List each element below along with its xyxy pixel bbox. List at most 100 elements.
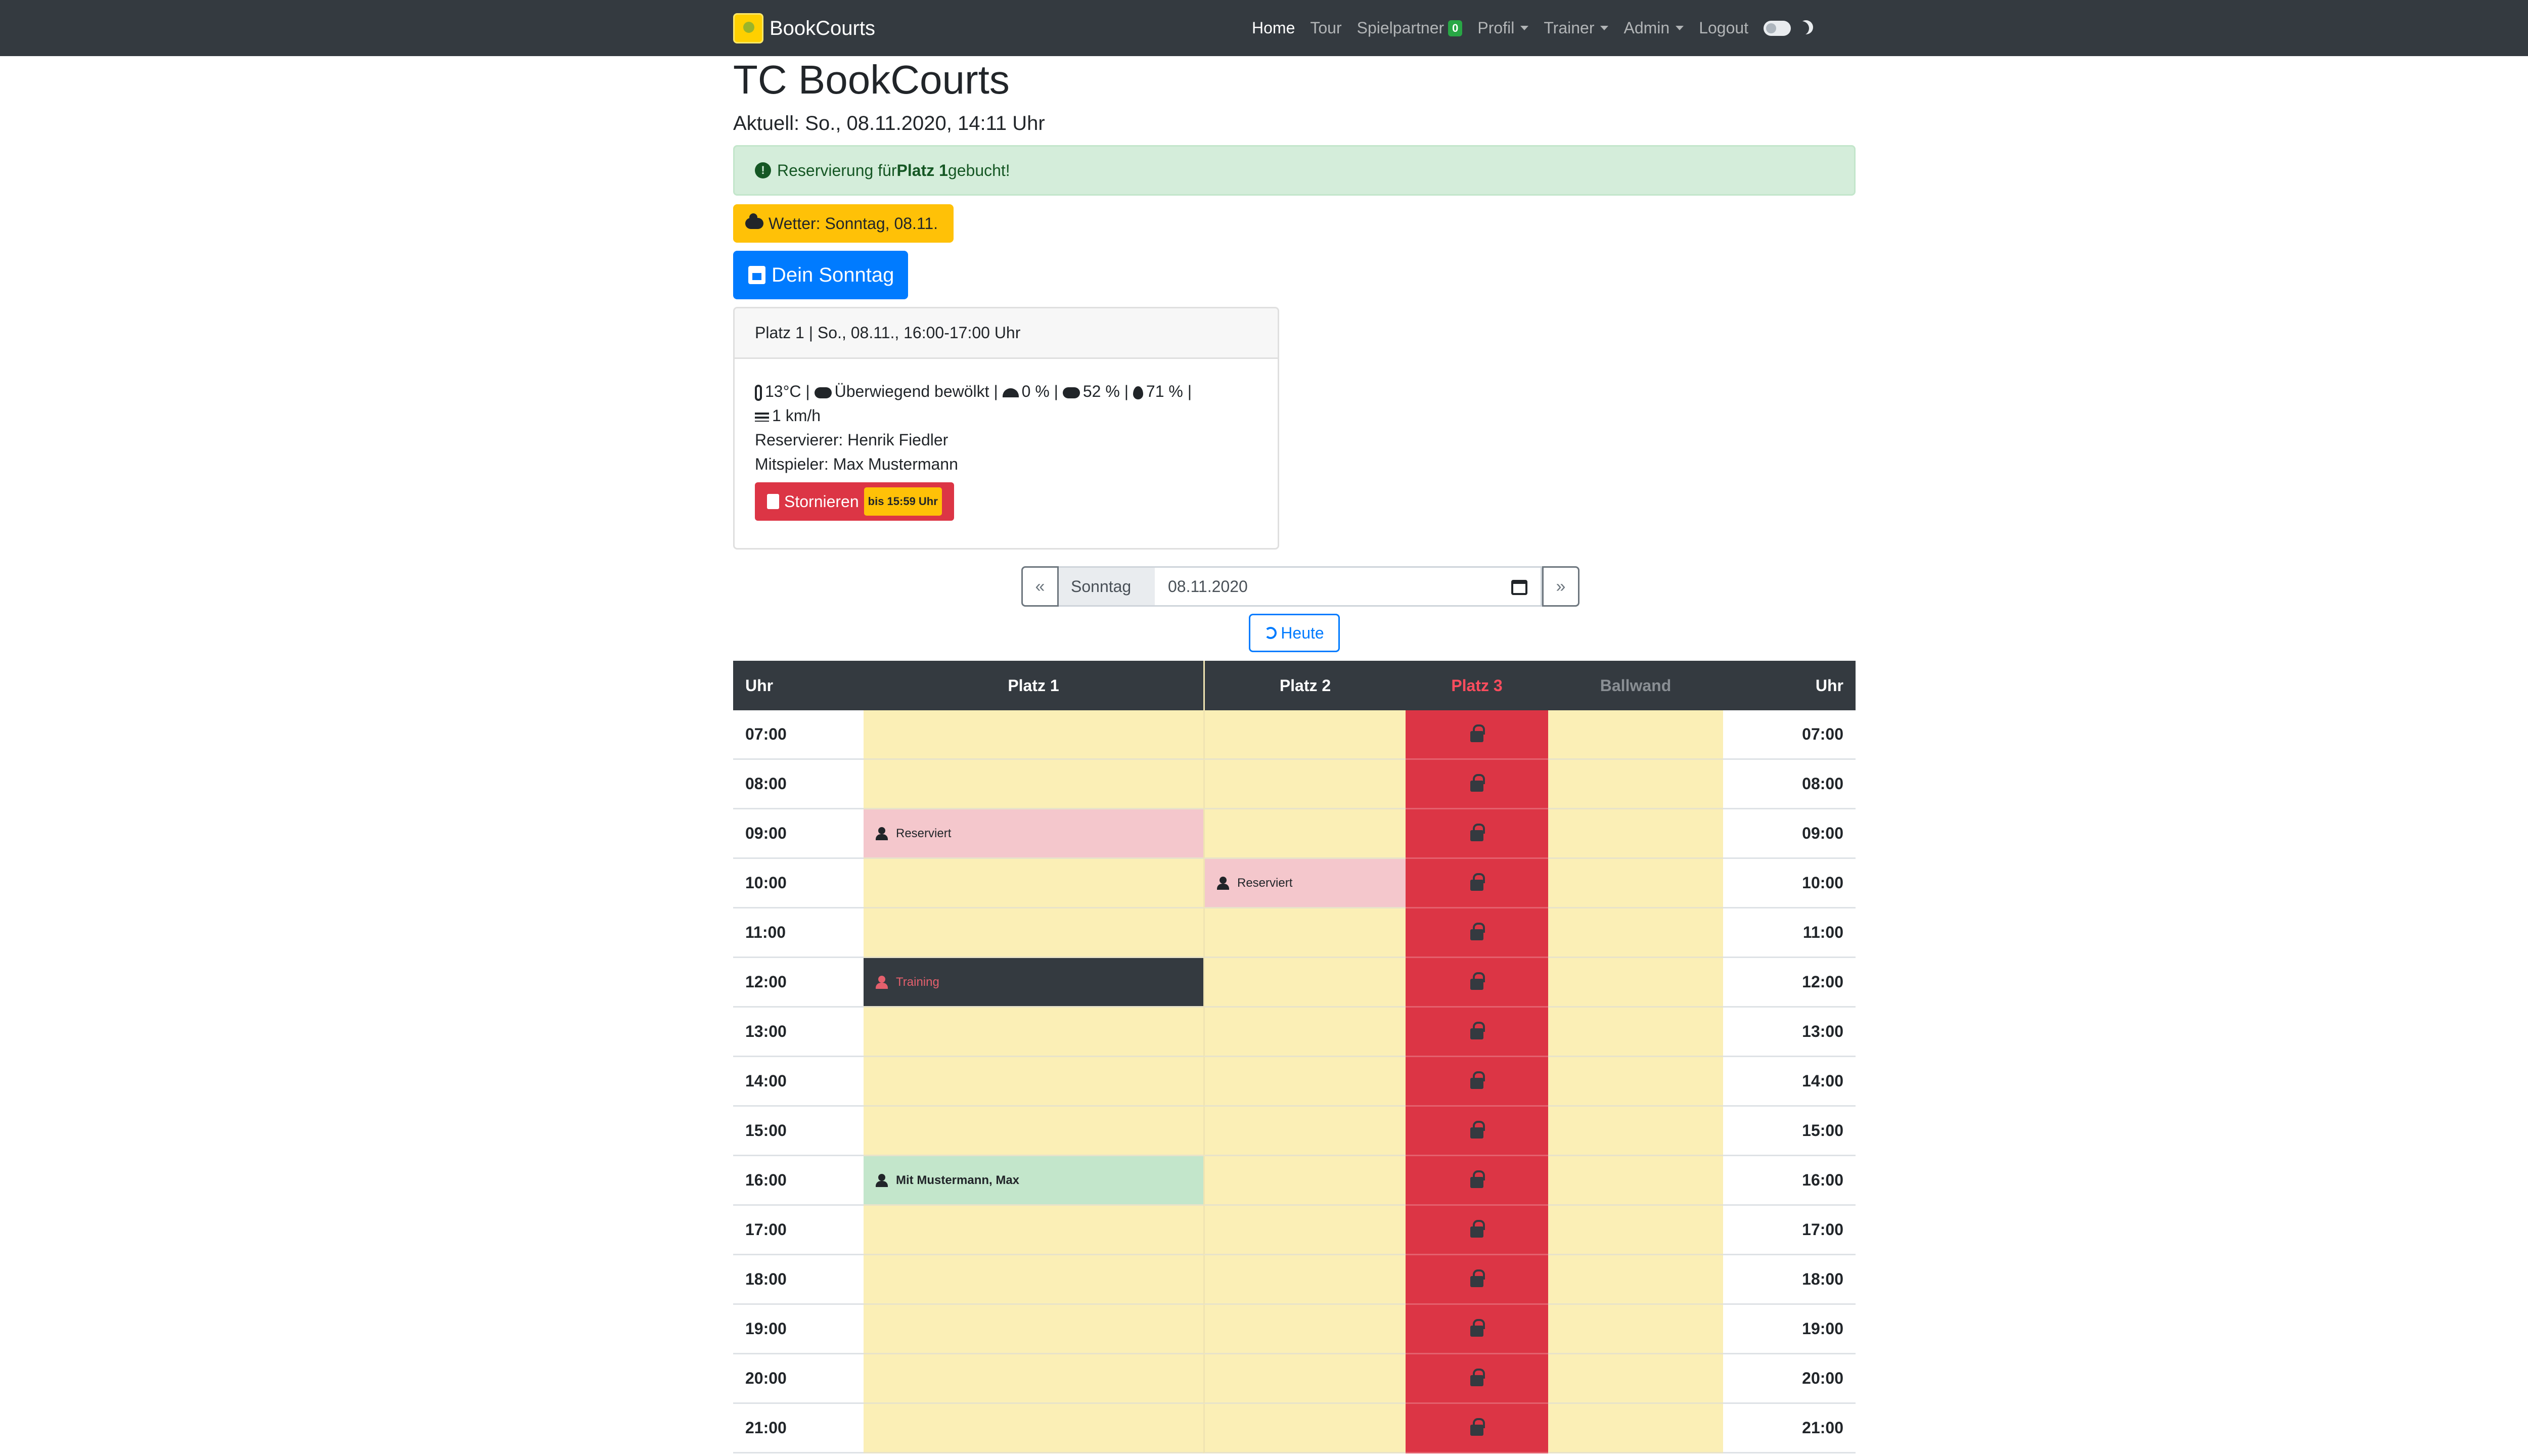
- slot-platz-3-locked: [1406, 1107, 1548, 1156]
- slot-ballwand[interactable]: [1548, 1404, 1723, 1453]
- chevron-down-icon: [1600, 26, 1609, 30]
- slot-ballwand[interactable]: [1548, 908, 1723, 958]
- time-label: 11:00: [733, 908, 864, 958]
- slot-platz-2[interactable]: [1203, 958, 1406, 1008]
- nav-home[interactable]: Home: [1252, 19, 1295, 37]
- booking-slot-reserved[interactable]: Reserviert: [1205, 859, 1406, 907]
- lock-icon: [1470, 823, 1485, 841]
- separator: |: [1183, 382, 1192, 400]
- slot-platz-2[interactable]: [1203, 1206, 1406, 1255]
- time-label-right: 17:00: [1723, 1206, 1856, 1255]
- slot-platz-1[interactable]: [864, 760, 1203, 809]
- booking-slot-reserved[interactable]: Reserviert: [864, 809, 1203, 857]
- time-label-right: 12:00: [1723, 958, 1856, 1008]
- slot-platz-2[interactable]: [1203, 1107, 1406, 1156]
- nav-admin-dropdown[interactable]: Admin: [1623, 19, 1684, 37]
- slot-platz-2[interactable]: [1203, 809, 1406, 859]
- brand-link[interactable]: BookCourts: [733, 13, 875, 43]
- slot-platz-1[interactable]: [864, 1305, 1203, 1354]
- slot-platz-1[interactable]: Reserviert: [864, 809, 1203, 859]
- slot-platz-2[interactable]: Reserviert: [1203, 859, 1406, 908]
- slot-platz-1[interactable]: [864, 710, 1203, 760]
- main-nav: Home Tour Spielpartner 0 Profil Trainer A…: [1252, 0, 1809, 56]
- cloud-icon: [1062, 387, 1080, 398]
- dark-mode-toggle[interactable]: [1764, 20, 1791, 36]
- time-label: 19:00: [733, 1305, 864, 1354]
- spielpartner-count-badge: 0: [1448, 20, 1463, 36]
- slot-ballwand[interactable]: [1548, 1305, 1723, 1354]
- slot-ballwand[interactable]: [1548, 1057, 1723, 1107]
- reserver-name: Reservierer: Henrik Fiedler: [755, 431, 949, 449]
- slot-platz-3-locked: [1406, 1305, 1548, 1354]
- slot-ballwand[interactable]: [1548, 859, 1723, 908]
- slot-platz-2[interactable]: [1203, 1255, 1406, 1305]
- slot-platz-1[interactable]: [864, 1354, 1203, 1404]
- cancel-deadline-badge: bis 15:59 Uhr: [864, 487, 942, 516]
- nav-logout[interactable]: Logout: [1699, 19, 1748, 37]
- time-label-right: 14:00: [1723, 1057, 1856, 1107]
- booking-slot-mine[interactable]: Mit Mustermann, Max: [864, 1156, 1203, 1204]
- slot-platz-2[interactable]: [1203, 1156, 1406, 1206]
- cancel-booking-button[interactable]: Stornieren bis 15:59 Uhr: [755, 482, 954, 521]
- slot-platz-1[interactable]: Mit Mustermann, Max: [864, 1156, 1203, 1206]
- prev-day-button[interactable]: «: [1021, 566, 1059, 607]
- slot-platz-3-locked: [1406, 1354, 1548, 1404]
- slot-platz-1[interactable]: [864, 1206, 1203, 1255]
- slot-platz-1[interactable]: [864, 1057, 1203, 1107]
- slot-platz-2[interactable]: [1203, 760, 1406, 809]
- slot-platz-1[interactable]: [864, 1255, 1203, 1305]
- nav-profil-dropdown[interactable]: Profil: [1477, 19, 1529, 37]
- table-row: 07:00 07:00: [733, 710, 1856, 760]
- slot-ballwand[interactable]: [1548, 710, 1723, 760]
- slot-platz-2[interactable]: [1203, 1008, 1406, 1057]
- calendar-picker-icon[interactable]: [1511, 580, 1527, 595]
- slot-platz-1[interactable]: [864, 1107, 1203, 1156]
- wind-speed: 1 km/h: [772, 406, 821, 425]
- slot-platz-2[interactable]: [1203, 710, 1406, 760]
- lock-icon: [1470, 1120, 1485, 1139]
- slot-platz-1[interactable]: [864, 1008, 1203, 1057]
- slot-ballwand[interactable]: [1548, 809, 1723, 859]
- slot-platz-1[interactable]: [864, 1404, 1203, 1453]
- slot-ballwand[interactable]: [1548, 1107, 1723, 1156]
- booking-slot-training[interactable]: Training: [864, 958, 1203, 1006]
- nav-profil-label: Profil: [1477, 19, 1515, 37]
- slot-ballwand[interactable]: [1548, 1255, 1723, 1305]
- nav-trainer-dropdown[interactable]: Trainer: [1544, 19, 1609, 37]
- next-day-button[interactable]: »: [1542, 566, 1579, 607]
- slot-ballwand[interactable]: [1548, 1008, 1723, 1057]
- nav-spielpartner-label: Spielpartner: [1357, 19, 1444, 37]
- slot-platz-2[interactable]: [1203, 908, 1406, 958]
- today-button[interactable]: Heute: [1249, 614, 1340, 652]
- lock-icon: [1470, 1368, 1485, 1386]
- slot-platz-1[interactable]: Training: [864, 958, 1203, 1008]
- slot-platz-2[interactable]: [1203, 1354, 1406, 1404]
- nav-spielpartner[interactable]: Spielpartner 0: [1357, 19, 1463, 37]
- lock-icon: [1470, 1219, 1485, 1238]
- table-header-row: Uhr Platz 1 Platz 2 Platz 3 Ballwand Uhr: [733, 661, 1856, 710]
- slot-ballwand[interactable]: [1548, 958, 1723, 1008]
- weather-button[interactable]: Wetter: Sonntag, 08.11.: [733, 204, 954, 243]
- time-label: 10:00: [733, 859, 864, 908]
- time-label: 18:00: [733, 1255, 864, 1305]
- time-label: 20:00: [733, 1354, 864, 1404]
- slot-platz-1[interactable]: [864, 908, 1203, 958]
- slot-ballwand[interactable]: [1548, 1156, 1723, 1206]
- weather-condition: Überwiegend bewölkt: [834, 382, 989, 400]
- date-input[interactable]: 08.11.2020: [1155, 566, 1542, 607]
- slot-platz-2[interactable]: [1203, 1057, 1406, 1107]
- slot-ballwand[interactable]: [1548, 1354, 1723, 1404]
- calendar-x-icon: [767, 494, 779, 509]
- slot-platz-2[interactable]: [1203, 1305, 1406, 1354]
- slot-platz-1[interactable]: [864, 859, 1203, 908]
- user-icon: [876, 1173, 891, 1187]
- time-label: 12:00: [733, 958, 864, 1008]
- nav-tour[interactable]: Tour: [1310, 19, 1341, 37]
- my-day-button[interactable]: Dein Sonntag: [733, 251, 908, 299]
- weather-details: 13°C | Überwiegend bewölkt | 0 % | 52 % …: [755, 379, 1257, 428]
- time-label: 08:00: [733, 760, 864, 809]
- slot-ballwand[interactable]: [1548, 760, 1723, 809]
- slot-platz-2[interactable]: [1203, 1404, 1406, 1453]
- slot-ballwand[interactable]: [1548, 1206, 1723, 1255]
- time-label: 16:00: [733, 1156, 864, 1206]
